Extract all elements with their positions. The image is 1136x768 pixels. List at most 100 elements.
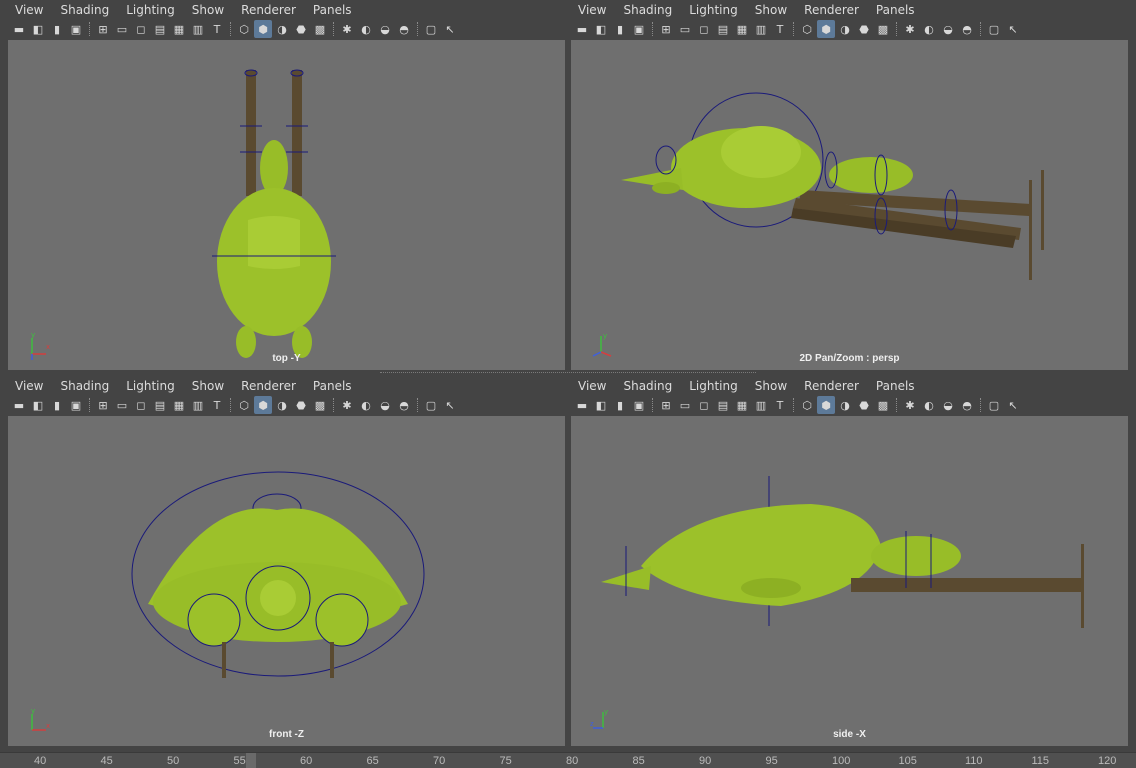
wireframe-icon[interactable]: ⬡ bbox=[798, 20, 816, 38]
shadows-icon[interactable]: ◐ bbox=[357, 20, 375, 38]
bookmark-icon[interactable]: ▮ bbox=[48, 20, 66, 38]
safe-action-icon[interactable]: ▥ bbox=[752, 20, 770, 38]
film-gate-icon[interactable]: ▭ bbox=[113, 20, 131, 38]
smooth-shade-icon[interactable]: ⬢ bbox=[817, 396, 835, 414]
field-chart-icon[interactable]: ▦ bbox=[733, 20, 751, 38]
viewport-front[interactable]: y x front -Z bbox=[8, 416, 565, 746]
wireframe-on-shaded-icon[interactable]: ⬣ bbox=[292, 396, 310, 414]
menu-panels[interactable]: Panels bbox=[313, 379, 352, 393]
motion-blur-icon[interactable]: ◓ bbox=[958, 20, 976, 38]
shadows-icon[interactable]: ◐ bbox=[920, 396, 938, 414]
image-plane-icon[interactable]: ▣ bbox=[630, 20, 648, 38]
resolution-gate-icon[interactable]: ◻ bbox=[132, 396, 150, 414]
viewport-persp[interactable]: y 2D Pan/Zoom : persp bbox=[571, 40, 1128, 370]
gate-mask-icon[interactable]: ▤ bbox=[151, 20, 169, 38]
safe-action-icon[interactable]: ▥ bbox=[189, 20, 207, 38]
select-camera-icon[interactable]: ↖ bbox=[441, 396, 459, 414]
shadows-icon[interactable]: ◐ bbox=[920, 20, 938, 38]
image-plane-icon[interactable]: ▣ bbox=[630, 396, 648, 414]
film-gate-icon[interactable]: ▭ bbox=[113, 396, 131, 414]
smooth-shade-icon[interactable]: ⬢ bbox=[254, 396, 272, 414]
motion-blur-icon[interactable]: ◓ bbox=[395, 396, 413, 414]
menu-shading[interactable]: Shading bbox=[623, 3, 672, 17]
field-chart-icon[interactable]: ▦ bbox=[170, 396, 188, 414]
menu-lighting[interactable]: Lighting bbox=[689, 379, 738, 393]
camera-icon[interactable]: ▬ bbox=[573, 20, 591, 38]
menu-lighting[interactable]: Lighting bbox=[689, 3, 738, 17]
menu-shading[interactable]: Shading bbox=[60, 3, 109, 17]
safe-action-icon[interactable]: ▥ bbox=[752, 396, 770, 414]
menu-lighting[interactable]: Lighting bbox=[126, 3, 175, 17]
camera-attr-icon[interactable]: ◧ bbox=[592, 20, 610, 38]
menu-show[interactable]: Show bbox=[755, 379, 787, 393]
bookmark-icon[interactable]: ▮ bbox=[611, 20, 629, 38]
wireframe-icon[interactable]: ⬡ bbox=[798, 396, 816, 414]
camera-attr-icon[interactable]: ◧ bbox=[29, 396, 47, 414]
lights-icon[interactable]: ✱ bbox=[901, 396, 919, 414]
playhead[interactable] bbox=[246, 753, 256, 768]
time-slider[interactable]: 40 45 50 55 60 65 70 75 80 85 90 95 100 105 110 115 120 bbox=[0, 752, 1136, 768]
default-material-icon[interactable]: ◑ bbox=[273, 20, 291, 38]
smooth-shade-icon[interactable]: ⬢ bbox=[254, 20, 272, 38]
camera-attr-icon[interactable]: ◧ bbox=[592, 396, 610, 414]
gate-mask-icon[interactable]: ▤ bbox=[714, 396, 732, 414]
camera-attr-icon[interactable]: ◧ bbox=[29, 20, 47, 38]
camera-icon[interactable]: ▬ bbox=[10, 20, 28, 38]
isolate-icon[interactable]: ▢ bbox=[422, 396, 440, 414]
gate-mask-icon[interactable]: ▤ bbox=[151, 396, 169, 414]
resolution-gate-icon[interactable]: ◻ bbox=[695, 20, 713, 38]
menu-show[interactable]: Show bbox=[192, 3, 224, 17]
default-material-icon[interactable]: ◑ bbox=[836, 20, 854, 38]
menu-panels[interactable]: Panels bbox=[876, 379, 915, 393]
menu-show[interactable]: Show bbox=[192, 379, 224, 393]
ssao-icon[interactable]: ◒ bbox=[376, 20, 394, 38]
isolate-icon[interactable]: ▢ bbox=[422, 20, 440, 38]
grid-icon[interactable]: ⊞ bbox=[94, 396, 112, 414]
default-material-icon[interactable]: ◑ bbox=[273, 396, 291, 414]
bookmark-icon[interactable]: ▮ bbox=[611, 396, 629, 414]
menu-view[interactable]: View bbox=[578, 3, 606, 17]
wireframe-on-shaded-icon[interactable]: ⬣ bbox=[855, 20, 873, 38]
menu-panels[interactable]: Panels bbox=[313, 3, 352, 17]
resolution-gate-icon[interactable]: ◻ bbox=[132, 20, 150, 38]
field-chart-icon[interactable]: ▦ bbox=[733, 396, 751, 414]
ssao-icon[interactable]: ◒ bbox=[939, 20, 957, 38]
image-plane-icon[interactable]: ▣ bbox=[67, 20, 85, 38]
viewport-top[interactable]: y x top -Y bbox=[8, 40, 565, 370]
resolution-gate-icon[interactable]: ◻ bbox=[695, 396, 713, 414]
safe-title-icon[interactable]: T bbox=[771, 20, 789, 38]
ssao-icon[interactable]: ◒ bbox=[376, 396, 394, 414]
isolate-icon[interactable]: ▢ bbox=[985, 20, 1003, 38]
lights-icon[interactable]: ✱ bbox=[901, 20, 919, 38]
xray-icon[interactable]: ▩ bbox=[311, 20, 329, 38]
gate-mask-icon[interactable]: ▤ bbox=[714, 20, 732, 38]
default-material-icon[interactable]: ◑ bbox=[836, 396, 854, 414]
wireframe-icon[interactable]: ⬡ bbox=[235, 20, 253, 38]
menu-show[interactable]: Show bbox=[755, 3, 787, 17]
grid-icon[interactable]: ⊞ bbox=[657, 20, 675, 38]
wireframe-icon[interactable]: ⬡ bbox=[235, 396, 253, 414]
shadows-icon[interactable]: ◐ bbox=[357, 396, 375, 414]
xray-icon[interactable]: ▩ bbox=[874, 20, 892, 38]
menu-shading[interactable]: Shading bbox=[623, 379, 672, 393]
select-camera-icon[interactable]: ↖ bbox=[441, 20, 459, 38]
xray-icon[interactable]: ▩ bbox=[311, 396, 329, 414]
menu-renderer[interactable]: Renderer bbox=[241, 379, 296, 393]
menu-renderer[interactable]: Renderer bbox=[241, 3, 296, 17]
menu-renderer[interactable]: Renderer bbox=[804, 3, 859, 17]
camera-icon[interactable]: ▬ bbox=[10, 396, 28, 414]
wireframe-on-shaded-icon[interactable]: ⬣ bbox=[855, 396, 873, 414]
select-camera-icon[interactable]: ↖ bbox=[1004, 20, 1022, 38]
panel-divider[interactable] bbox=[380, 372, 756, 374]
safe-title-icon[interactable]: T bbox=[208, 20, 226, 38]
safe-title-icon[interactable]: T bbox=[771, 396, 789, 414]
safe-action-icon[interactable]: ▥ bbox=[189, 396, 207, 414]
menu-lighting[interactable]: Lighting bbox=[126, 379, 175, 393]
viewport-side[interactable]: y z side -X bbox=[571, 416, 1128, 746]
safe-title-icon[interactable]: T bbox=[208, 396, 226, 414]
smooth-shade-icon[interactable]: ⬢ bbox=[817, 20, 835, 38]
image-plane-icon[interactable]: ▣ bbox=[67, 396, 85, 414]
xray-icon[interactable]: ▩ bbox=[874, 396, 892, 414]
isolate-icon[interactable]: ▢ bbox=[985, 396, 1003, 414]
select-camera-icon[interactable]: ↖ bbox=[1004, 396, 1022, 414]
